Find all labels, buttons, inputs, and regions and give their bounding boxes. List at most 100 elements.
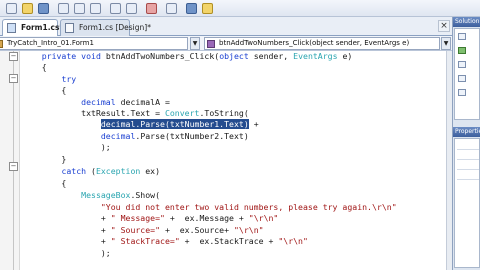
properties-title[interactable]: Properties [453,127,480,137]
tab-label: Form1.cs [Design]* [79,23,151,32]
cut-icon[interactable] [58,3,69,14]
code-token: Convert [164,108,200,118]
collapse-icon[interactable]: − [9,52,18,61]
code-token: void [81,51,101,61]
copy-icon[interactable] [74,3,85,14]
code-token: + [248,119,259,129]
solution-explorer[interactable] [454,28,480,120]
code-token: MessageBox [81,190,131,200]
open-icon[interactable] [22,3,33,14]
collapse-icon[interactable]: − [9,74,18,83]
redo-icon[interactable] [126,3,137,14]
code-token: + ex.StackTrace + [179,236,279,246]
class-icon [0,40,3,48]
code-token: + ex.Source+ [160,225,234,235]
code-token: Exception [95,166,141,176]
code-line[interactable]: MessageBox.Show( [22,190,160,201]
outlining-margin: − − − [0,51,20,270]
code-token: decimal [81,97,116,107]
paste-icon[interactable] [90,3,101,14]
code-line[interactable]: private void btnAddTwoNumbers_Click(obje… [22,51,353,62]
tab-form1-design[interactable]: Form1.cs [Design]* [60,19,151,36]
code-token: sender, [248,51,294,61]
undo-icon[interactable] [110,3,121,14]
code-token: " Source=" [110,225,161,235]
folder-node-icon[interactable] [458,61,466,68]
code-line[interactable]: { [22,85,66,96]
file-node-icon[interactable] [458,75,466,82]
new-item-icon[interactable] [6,3,17,14]
code-token: ex) [140,166,161,176]
property-row [457,179,479,180]
code-token: .ToString( [199,108,249,118]
solution-icon[interactable] [186,3,197,14]
code-line[interactable]: "You did not enter two valid numbers, pl… [22,202,397,213]
tab-form1-code[interactable]: Form1.cs* [2,19,63,36]
code-token: { [22,85,67,95]
code-line[interactable]: txtResult.Text = Convert.ToString( [22,108,249,119]
code-line[interactable]: decimal.Parse(txtNumber2.Text) [22,131,249,142]
code-token: txtResult.Text = [22,108,165,118]
code-line[interactable]: decimal decimalA = [22,97,170,108]
properties-icon[interactable] [202,3,213,14]
code-line[interactable]: { [22,178,66,189]
code-line[interactable]: ); [22,248,111,259]
code-line[interactable]: + " Message=" + ex.Message + "\r\n" [22,213,279,224]
code-token: private [41,51,77,61]
code-line[interactable]: + " StackTrace=" + ex.StackTrace + "\r\n… [22,236,308,247]
code-token: "You did not enter two valid numbers, pl… [100,202,397,212]
find-icon[interactable] [166,3,177,14]
code-line[interactable]: + " Source=" + ex.Source+ "\r\n" [22,225,264,236]
code-token: + ex.Message + [164,213,249,223]
code-line[interactable]: } [22,154,66,165]
code-token: decimal [100,131,136,141]
collapse-icon[interactable]: − [9,162,18,171]
file-node-icon[interactable] [458,89,466,96]
solution-explorer-title[interactable]: Solution [453,17,480,27]
code-navigation-bar: TryCatch_Intro_01.Form1 ▼ btnAddTwoNumbe… [0,36,452,51]
code-token: decimalA = [115,97,170,107]
tab-label: Form1.cs* [21,23,64,32]
code-token: try [61,74,77,84]
code-line[interactable]: decimal.Parse(txtNumber1.Text) + [22,119,259,130]
code-token: "\r\n" [248,213,279,223]
property-row [457,159,479,160]
code-line[interactable]: { [22,62,47,73]
code-line[interactable]: ); [22,142,111,153]
member-dropdown[interactable]: btnAddTwoNumbers_Click(object sender, Ev… [204,37,440,50]
property-row [457,149,479,150]
method-icon [207,40,215,48]
chevron-down-icon[interactable]: ▼ [190,37,200,50]
property-row [457,169,479,170]
close-icon[interactable]: × [438,20,450,32]
properties-window[interactable] [454,138,480,268]
code-token: "\r\n" [278,236,308,246]
solution-node-icon[interactable] [458,33,466,40]
code-text[interactable]: private void btnAddTwoNumbers_Click(obje… [22,51,446,270]
standard-toolbar [0,0,480,17]
design-file-icon [65,23,74,33]
save-icon[interactable] [38,3,49,14]
code-token: + [22,225,111,235]
chevron-down-icon[interactable]: ▼ [441,37,451,50]
code-token: " Message=" [110,213,165,223]
code-line[interactable]: try [22,74,76,85]
code-line[interactable]: catch (Exception ex) [22,166,160,177]
code-token: "\r\n" [233,225,264,235]
code-token: } [22,154,67,164]
code-editor[interactable]: − − − private void btnAddTwoNumbers_Clic… [0,51,452,270]
code-token: catch [61,166,87,176]
project-node-icon[interactable] [458,47,466,54]
start-debug-icon[interactable] [146,3,157,14]
code-token: + [22,236,111,246]
class-dropdown[interactable]: TryCatch_Intro_01.Form1 [0,37,188,50]
class-dropdown-value: TryCatch_Intro_01.Form1 [7,39,94,47]
code-token: .Show( [130,190,161,200]
outline-guide [13,51,14,270]
